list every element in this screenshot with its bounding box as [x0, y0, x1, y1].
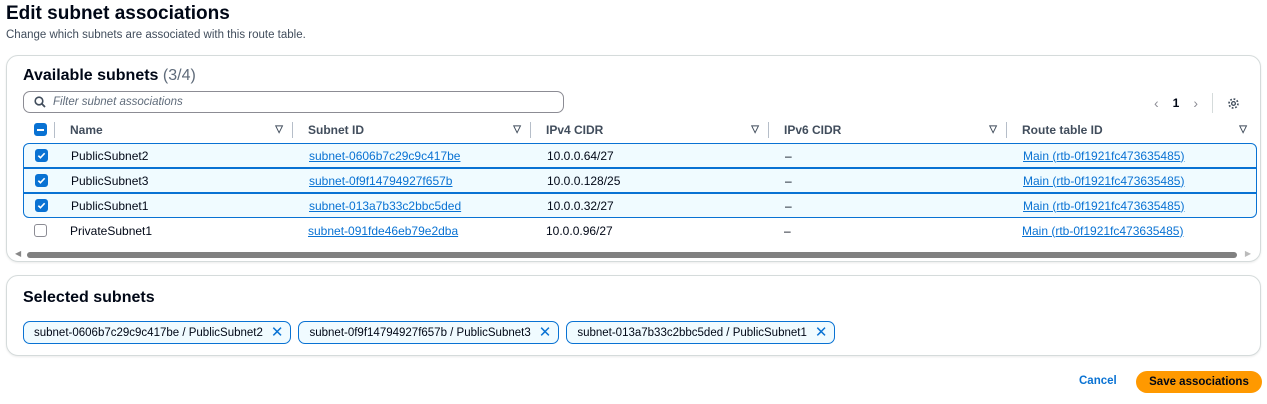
sort-icon[interactable]: ▽: [1239, 124, 1247, 135]
table-header: Name ▽ Subnet ID ▽ IPv4 CIDR ▽ IPv6 CIDR ▽ R…: [23, 117, 1257, 142]
cell-ipv4: 10.0.0.32/27: [547, 198, 614, 213]
remove-token-icon[interactable]: ✕: [815, 325, 828, 340]
cell-ipv4: 10.0.0.64/27: [547, 148, 614, 163]
prev-page-icon[interactable]: ‹: [1154, 95, 1159, 111]
column-header-ipv4[interactable]: IPv4 CIDR ▽: [531, 121, 769, 138]
next-page-icon[interactable]: ›: [1193, 95, 1198, 111]
cell-ipv6: –: [785, 198, 792, 213]
row-checkbox[interactable]: [35, 199, 48, 212]
table-row[interactable]: PublicSubnet2 subnet-0606b7c29c9c417be 1…: [23, 143, 1257, 168]
route-table-link[interactable]: Main (rtb-0f1921fc473635485): [1023, 199, 1184, 213]
page-title: Edit subnet associations: [6, 3, 230, 24]
remove-token-icon[interactable]: ✕: [271, 325, 284, 340]
route-table-link[interactable]: Main (rtb-0f1921fc473635485): [1023, 174, 1184, 188]
table-row[interactable]: PublicSubnet1 subnet-013a7b33c2bbc5ded 1…: [23, 193, 1257, 218]
selected-tokens: subnet-0606b7c29c9c417be / PublicSubnet2…: [23, 321, 836, 344]
page-number[interactable]: 1: [1173, 96, 1180, 110]
remove-token-icon[interactable]: ✕: [539, 325, 552, 340]
sort-icon[interactable]: ▽: [989, 124, 997, 135]
cell-ipv6: –: [785, 173, 792, 188]
selected-subnet-token: subnet-0606b7c29c9c417be / PublicSubnet2…: [23, 321, 292, 344]
scroll-right-icon[interactable]: ▶: [1245, 249, 1251, 258]
cell-name: PublicSubnet3: [71, 173, 149, 188]
save-associations-button[interactable]: Save associations: [1136, 371, 1262, 393]
column-header-subnet-id[interactable]: Subnet ID ▽: [293, 121, 531, 138]
selected-subnets-panel: Selected subnets subnet-0606b7c29c9c417b…: [6, 275, 1261, 356]
cell-name: PublicSubnet1: [71, 198, 149, 213]
subnet-id-link[interactable]: subnet-0606b7c29c9c417be: [309, 149, 460, 163]
select-all-checkbox[interactable]: [34, 123, 47, 136]
selected-subnet-token: subnet-013a7b33c2bbc5ded / PublicSubnet1…: [566, 321, 836, 344]
table-row[interactable]: PrivateSubnet1 subnet-091fde46eb79e2dba …: [23, 218, 1257, 243]
filter-input[interactable]: Filter subnet associations: [23, 91, 564, 113]
sort-icon[interactable]: ▽: [751, 124, 759, 135]
scrollbar-thumb[interactable]: [27, 252, 1237, 258]
available-subnets-heading: Available subnets (3/4): [23, 67, 196, 84]
selected-subnet-token: subnet-0f9f14794927f657b / PublicSubnet3…: [298, 321, 560, 344]
cell-name: PublicSubnet2: [71, 148, 149, 163]
horizontal-scrollbar[interactable]: ◀ ▶: [15, 249, 1251, 260]
row-checkbox[interactable]: [35, 174, 48, 187]
available-subnets-panel: Available subnets (3/4) Filter subnet as…: [6, 55, 1261, 262]
cancel-button[interactable]: Cancel: [1079, 375, 1117, 387]
check-icon: [37, 152, 46, 159]
column-header-ipv6[interactable]: IPv6 CIDR ▽: [769, 121, 1007, 138]
selected-subnets-heading: Selected subnets: [23, 289, 155, 306]
search-icon: [34, 96, 46, 108]
subnet-id-link[interactable]: subnet-0f9f14794927f657b: [309, 174, 452, 188]
cell-ipv6: –: [785, 148, 792, 163]
pagination: ‹ 1 ›: [1154, 93, 1240, 113]
divider: [1212, 93, 1213, 113]
cell-ipv4: 10.0.0.128/25: [547, 173, 621, 188]
gear-icon[interactable]: [1227, 97, 1240, 110]
table-row[interactable]: PublicSubnet3 subnet-0f9f14794927f657b 1…: [23, 168, 1257, 193]
cell-name: PrivateSubnet1: [70, 223, 153, 238]
subnet-id-link[interactable]: subnet-091fde46eb79e2dba: [308, 224, 458, 238]
selection-count: (3/4): [162, 67, 196, 84]
page-subtitle: Change which subnets are associated with…: [6, 29, 306, 41]
sort-icon[interactable]: ▽: [513, 124, 521, 135]
column-header-name[interactable]: Name ▽: [55, 121, 293, 138]
check-icon: [37, 177, 46, 184]
route-table-link[interactable]: Main (rtb-0f1921fc473635485): [1023, 149, 1184, 163]
column-header-route-table[interactable]: Route table ID ▽: [1007, 123, 1257, 137]
row-checkbox[interactable]: [35, 149, 48, 162]
check-icon: [37, 202, 46, 209]
subnet-id-link[interactable]: subnet-013a7b33c2bbc5ded: [309, 199, 461, 213]
scroll-left-icon[interactable]: ◀: [15, 249, 21, 258]
cell-ipv6: –: [784, 223, 791, 238]
route-table-link[interactable]: Main (rtb-0f1921fc473635485): [1022, 224, 1183, 238]
row-checkbox[interactable]: [34, 224, 47, 237]
sort-icon[interactable]: ▽: [275, 124, 283, 135]
cell-ipv4: 10.0.0.96/27: [546, 223, 613, 238]
